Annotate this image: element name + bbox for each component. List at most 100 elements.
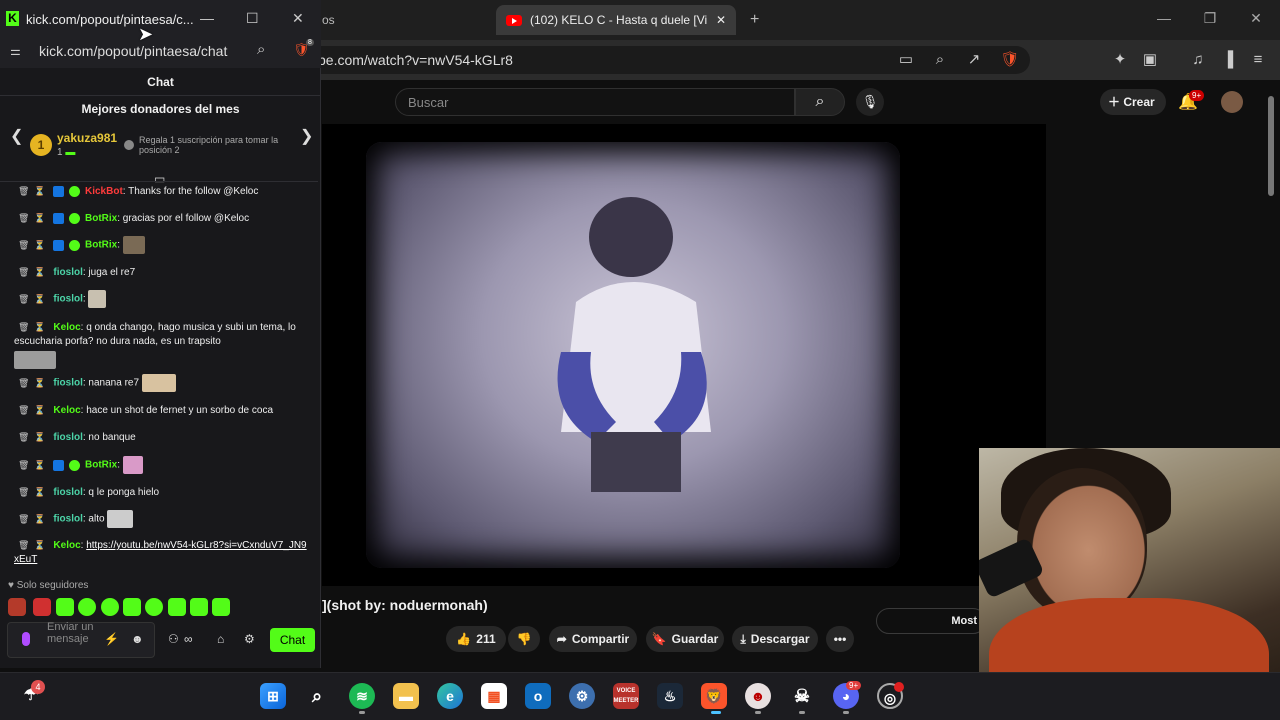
maximize-button[interactable]: ❐ [1200, 10, 1220, 27]
mod-action-icons[interactable]: 🗑⏳ [18, 538, 51, 552]
quick-emote[interactable] [78, 598, 96, 616]
sort-chip[interactable]: Most [876, 608, 986, 634]
chat-settings-icon[interactable]: ⚙ [244, 632, 255, 646]
mod-action-icons[interactable]: 🗑⏳ [18, 265, 51, 279]
chat-username[interactable]: Keloc [53, 540, 80, 551]
mod-action-icons[interactable]: 🗑⏳ [18, 376, 51, 390]
more-actions-button[interactable]: ••• [826, 626, 854, 652]
steam-icon[interactable]: ♨ [657, 683, 683, 709]
chat-username[interactable]: BotRix [85, 240, 117, 251]
quick-emote[interactable] [123, 598, 141, 616]
mod-action-icons[interactable]: 🗑⏳ [18, 403, 51, 417]
chat-username[interactable]: BotRix [85, 460, 117, 471]
store-icon[interactable]: ⌂ [217, 632, 224, 646]
quick-emote[interactable] [101, 598, 119, 616]
quick-emote[interactable] [190, 598, 208, 616]
chat-username[interactable]: fioslol [53, 294, 82, 305]
outlook-icon[interactable]: o [525, 683, 551, 709]
kick-address-bar[interactable]: kick.com/popout/pintaesa/chat [39, 43, 227, 59]
quick-emote[interactable] [56, 598, 74, 616]
media-icon[interactable]: ♫ [1188, 50, 1208, 70]
share-page-icon[interactable]: ↗ [964, 50, 984, 70]
search-button[interactable]: ⌕ [795, 88, 845, 116]
microsoft-store-icon[interactable]: ▦ [481, 683, 507, 709]
video-frame[interactable] [366, 142, 900, 568]
emoji-icon[interactable]: ☻ [131, 632, 144, 646]
new-tab-button[interactable]: + [750, 5, 759, 35]
emote-image[interactable] [122, 456, 143, 474]
brave-shield-icon[interactable]: 🛡 [1000, 50, 1020, 70]
infinity-icon[interactable]: ∞ [184, 632, 193, 646]
save-button[interactable]: 🔖 Guardar [646, 626, 724, 652]
chat-username[interactable]: Keloc [53, 405, 80, 416]
kick-minimize-button[interactable]: — [200, 10, 214, 26]
kick-close-button[interactable]: ✕ [292, 10, 304, 27]
search-taskbar-icon[interactable]: ⌕ [304, 683, 330, 709]
microphone-icon[interactable] [22, 632, 30, 646]
cast-icon[interactable]: ▭ [896, 50, 916, 70]
app-skull-icon[interactable]: ☠ [789, 683, 815, 709]
zoom-icon[interactable]: ⌕ [930, 50, 950, 70]
mod-action-icons[interactable]: 🗑⏳ [18, 320, 51, 334]
download-button[interactable]: ⤓ Descargar [732, 626, 818, 652]
chevron-right-icon[interactable]: ❯ [300, 126, 313, 146]
mod-action-icons[interactable]: 🗑⏳ [18, 238, 51, 252]
emote-image[interactable] [88, 290, 107, 308]
youtube-search-input[interactable]: Buscar [395, 88, 795, 116]
quick-emote[interactable] [145, 598, 163, 616]
chat-tool-icon[interactable]: ⚡ [104, 632, 119, 646]
voicemeeter-icon[interactable]: VOICE MEETER [613, 683, 639, 709]
chat-username[interactable]: fioslol [53, 432, 82, 443]
emote-image[interactable] [14, 351, 56, 369]
minimize-button[interactable]: — [1154, 10, 1174, 26]
file-explorer-icon[interactable]: ▬ [393, 683, 419, 709]
mod-action-icons[interactable]: 🗑⏳ [18, 458, 51, 472]
account-avatar[interactable] [1221, 91, 1243, 113]
quick-emote[interactable] [212, 598, 230, 616]
edge-icon[interactable]: e [437, 683, 463, 709]
emote-image[interactable] [141, 374, 176, 392]
mod-action-icons[interactable]: 🗑⏳ [18, 485, 51, 499]
chat-username[interactable]: Keloc [53, 322, 80, 333]
chat-send-button[interactable]: Chat [270, 628, 315, 652]
kick-maximize-button[interactable]: ☐ [246, 10, 259, 27]
menu-icon[interactable]: ≡ [1248, 50, 1268, 70]
close-button[interactable]: ✕ [1246, 10, 1266, 27]
chevron-left-icon[interactable]: ❮ [10, 126, 23, 146]
mod-action-icons[interactable]: 🗑⏳ [18, 211, 51, 225]
address-bar[interactable]: be.com/watch?v=nwV54-kGLr8 [300, 46, 1030, 74]
settings-icon[interactable]: ⚙ [569, 683, 595, 709]
gift-sub-prompt[interactable]: Regala 1 suscripción para tomar la posic… [139, 135, 299, 155]
brave-icon[interactable]: 🦁 [701, 683, 727, 709]
start-button[interactable]: ⊞ [260, 683, 286, 709]
spotify-icon[interactable]: ≋ [349, 683, 375, 709]
tab-background[interactable]: os [322, 5, 335, 35]
emote-image[interactable] [107, 510, 134, 528]
mod-action-icons[interactable]: 🗑⏳ [18, 292, 51, 306]
app-face-icon[interactable]: ☻ [745, 683, 771, 709]
extensions-icon[interactable]: ✦ [1110, 50, 1130, 70]
tab-close-icon[interactable]: ✕ [716, 13, 726, 27]
chat-username[interactable]: KickBot [85, 186, 123, 197]
tab-youtube-active[interactable]: (102) KELO C - Hasta q duele [Vi ✕ [496, 5, 736, 35]
mod-action-icons[interactable]: 🗑⏳ [18, 184, 51, 198]
quick-emote[interactable] [168, 598, 186, 616]
like-button[interactable]: 👍 211 [446, 626, 506, 652]
chat-username[interactable]: BotRix [85, 213, 117, 224]
dislike-button[interactable]: 👎 [508, 626, 540, 652]
quick-emote[interactable] [33, 598, 51, 616]
mod-action-icons[interactable]: 🗑⏳ [18, 512, 51, 526]
emote-image[interactable] [122, 236, 145, 254]
sidebar-icon[interactable]: ▐ [1218, 50, 1238, 70]
chat-username[interactable]: fioslol [53, 514, 82, 525]
chat-username[interactable]: fioslol [53, 378, 82, 389]
chat-username[interactable]: fioslol [53, 487, 82, 498]
people-icon[interactable]: ⚇ [168, 632, 179, 646]
wallet-icon[interactable]: ▣ [1140, 50, 1160, 70]
donor-name[interactable]: yakuza981 [57, 131, 117, 145]
mod-action-icons[interactable]: 🗑⏳ [18, 430, 51, 444]
chat-username[interactable]: fioslol [53, 267, 82, 278]
create-button[interactable]: ＋ Crear [1100, 89, 1166, 115]
page-scrollbar[interactable] [1268, 96, 1274, 196]
chat-message-list[interactable]: 🗑⏳ KickBot: Thanks for the follow @Keloc… [0, 181, 318, 568]
